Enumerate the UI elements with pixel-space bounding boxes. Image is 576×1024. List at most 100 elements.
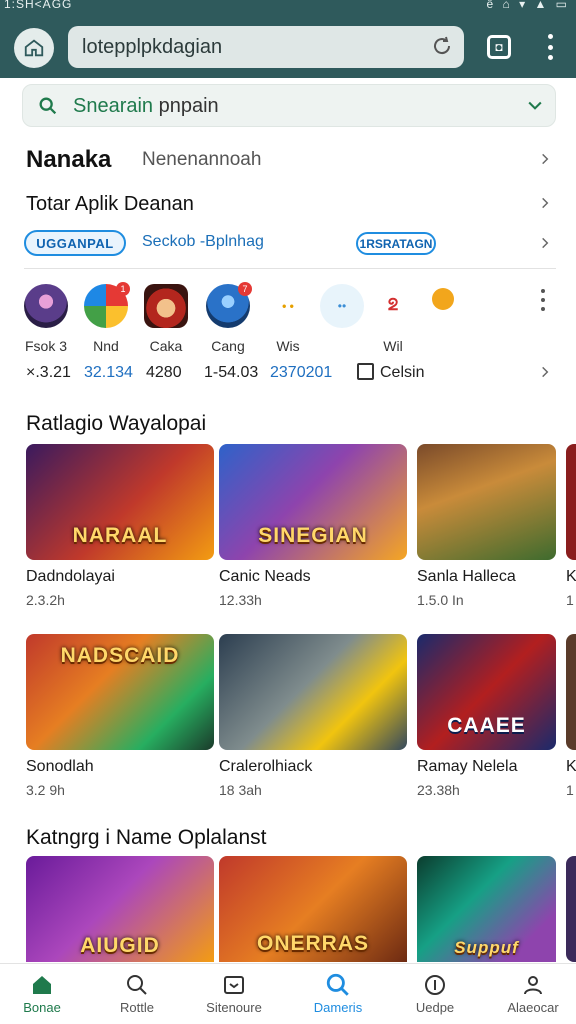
game-size: 23.38h	[417, 782, 460, 798]
app-label: Wis	[276, 338, 300, 354]
game-art-title: AIUGID	[80, 934, 160, 957]
app-item[interactable]: ••	[317, 284, 367, 338]
nav-search[interactable]: Rottle	[92, 972, 182, 1015]
game-name: Dadndolayai	[26, 568, 115, 585]
app-item[interactable]: 7 Cang	[203, 282, 253, 354]
nav-store[interactable]: Sitenoure	[189, 972, 279, 1015]
chip-label[interactable]: Seckob -Bplnhag	[142, 233, 264, 251]
app-pinwheel-icon: 1	[84, 282, 130, 328]
checkbox-label: Celsin	[380, 364, 425, 381]
app-logo-icon: ᘖ	[387, 297, 399, 314]
nav-discover[interactable]: Dameris	[293, 972, 383, 1015]
app-item[interactable]: 1 Nnd	[81, 282, 131, 354]
divider	[24, 268, 556, 269]
chevron-down-icon[interactable]	[525, 95, 545, 120]
app-stat: 32.134	[84, 364, 133, 381]
more-menu-icon[interactable]	[540, 34, 560, 60]
chevron-right-icon[interactable]	[538, 365, 552, 379]
notification-badge: 7	[238, 282, 252, 296]
game-card[interactable]: K 1	[566, 634, 576, 798]
reload-icon[interactable]	[430, 34, 454, 63]
app-item[interactable]: ᘖ Wil	[368, 284, 418, 354]
game-thumbnail	[417, 444, 556, 560]
search-icon	[127, 975, 147, 995]
nav-home[interactable]: Bonae	[0, 972, 87, 1015]
game-thumbnail	[566, 634, 576, 750]
game-name: Canic Neads	[219, 568, 311, 585]
game-card[interactable]: CAAEE Ramay Nelela 23.38h	[417, 634, 556, 798]
checkbox[interactable]	[357, 363, 374, 380]
app-bubble-icon: ••	[320, 284, 364, 328]
search-icon	[37, 95, 59, 122]
game-card[interactable]: Cralerolhiack 18 3ah	[219, 634, 407, 798]
app-item[interactable]: Fsok 3	[21, 284, 71, 354]
tabs-button[interactable]: ◘	[487, 35, 511, 59]
game-size: 1	[566, 592, 574, 608]
app-avatar-icon	[24, 284, 68, 328]
info-icon	[425, 975, 445, 995]
person-icon	[524, 976, 542, 995]
game-card[interactable]: SINEGIAN Canic Neads 12.33h	[219, 444, 407, 608]
nav-label: Uedpe	[415, 1000, 455, 1015]
app-item[interactable]: Caka	[141, 284, 191, 354]
game-name: K	[566, 568, 576, 585]
app-circle-icon	[432, 288, 454, 310]
search-bar[interactable]: Snearain pnpain	[22, 84, 556, 127]
game-thumbnail: NARAAL	[26, 444, 214, 560]
chevron-right-icon[interactable]	[538, 152, 552, 166]
game-name: Ramay Nelela	[417, 758, 518, 775]
chevron-right-icon[interactable]	[538, 196, 552, 210]
app-item[interactable]	[418, 284, 468, 320]
app-item[interactable]: • • Wis	[263, 284, 313, 354]
search-text: Snearain pnpain	[73, 95, 219, 117]
page-title: Nanaka	[26, 146, 112, 173]
game-art-title: CAAEE	[447, 714, 526, 737]
game-card[interactable]: NARAAL Dadndolayai 2.3.2h	[26, 444, 214, 608]
game-thumbnail: NADSCAID	[26, 634, 214, 750]
nav-label: Alaeocar	[507, 1000, 559, 1015]
app-character-icon	[144, 284, 188, 328]
game-thumbnail	[219, 634, 407, 750]
nav-updates[interactable]: Uedpe	[390, 972, 480, 1015]
game-art-title: Suppuf	[454, 938, 519, 957]
app-label: Wil	[383, 338, 403, 354]
browser-toolbar: 1:SH<AGG ê ⌂ ▾ ▲ ▭ lotepplpkdagian ◘	[0, 0, 576, 78]
status-chip[interactable]: 1RSRATAGN	[356, 232, 436, 255]
game-card[interactable]: NADSCAID Sonodlah 3.2 9h	[26, 634, 214, 798]
game-art-title: ONERRAS	[256, 932, 369, 955]
more-apps-icon[interactable]	[540, 289, 546, 311]
section-title: Ratlagio Wayalopai	[26, 412, 207, 435]
game-size: 3.2 9h	[26, 782, 65, 798]
tabs-count-icon: ◘	[495, 40, 503, 54]
game-name: Sanla Halleca	[417, 568, 516, 585]
game-thumbnail	[566, 856, 576, 962]
home-icon	[33, 976, 51, 994]
chevron-right-icon[interactable]	[538, 236, 552, 250]
developer-row[interactable]: Totar Aplik Deanan	[26, 193, 194, 216]
game-thumbnail: CAAEE	[417, 634, 556, 750]
app-label: Nnd	[93, 338, 119, 354]
app-label: Caka	[149, 338, 183, 354]
game-card[interactable]: AIUGID	[26, 856, 214, 962]
nav-label: Dameris	[313, 1000, 363, 1015]
url-bar[interactable]: lotepplpkdagian	[68, 26, 464, 68]
status-left: 1:SH<AGG	[4, 0, 73, 11]
store-icon	[224, 976, 244, 994]
game-thumbnail: AIUGID	[26, 856, 214, 962]
app-stat: 4280	[146, 364, 182, 381]
home-button[interactable]	[14, 28, 54, 68]
game-card[interactable]: ONERRAS	[219, 856, 407, 962]
bottom-navigation: Bonae Rottle Sitenoure Dameris Uedpe Ala…	[0, 963, 576, 1024]
game-card[interactable]	[566, 856, 576, 962]
category-chip[interactable]: UGGANPAL	[24, 230, 126, 256]
nav-label: Rottle	[120, 1000, 154, 1015]
game-card[interactable]: Sanla Halleca 1.5.0 In	[417, 444, 556, 608]
app-label: Fsok 3	[24, 338, 67, 354]
app-stat: 1-54.03	[204, 364, 259, 381]
game-size: 2.3.2h	[26, 592, 65, 608]
game-card[interactable]: Suppuf	[417, 856, 556, 962]
game-card[interactable]: K 1	[566, 444, 576, 608]
url-text: lotepplpkdagian	[82, 36, 223, 58]
home-icon	[24, 39, 44, 57]
nav-account[interactable]: Alaeocar	[488, 972, 576, 1015]
